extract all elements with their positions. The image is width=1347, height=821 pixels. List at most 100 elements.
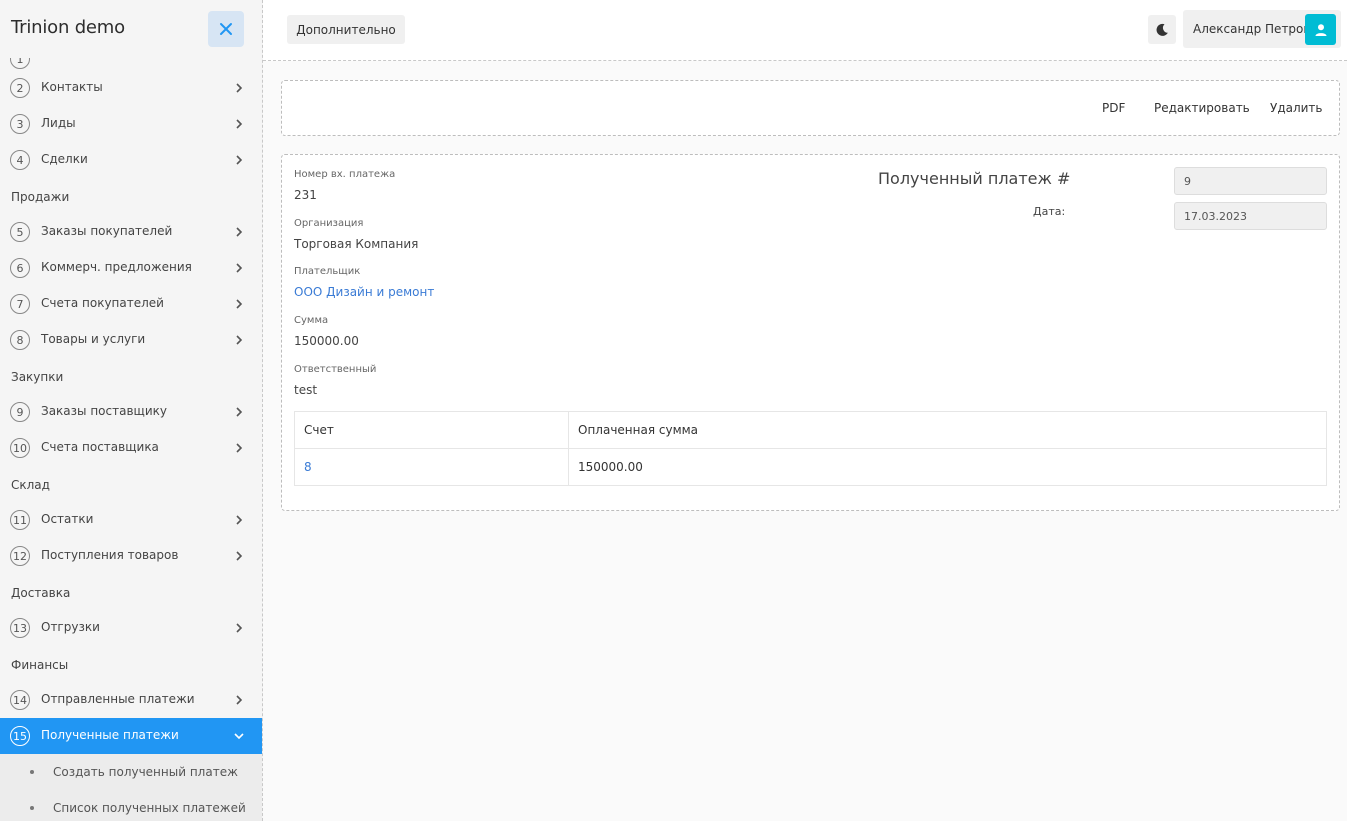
item-number: 10 <box>10 438 30 458</box>
field-label-payment-number: Номер вх. платежа <box>294 169 396 180</box>
sidebar: Trinion demo 1 2 Контакты 3 Лиды 4 Сделк… <box>0 0 263 821</box>
sidebar-item-sent-payments[interactable]: 14 Отправленные платежи <box>0 682 262 718</box>
pdf-button[interactable]: PDF <box>1102 101 1125 115</box>
section-title: Закупки <box>11 370 64 384</box>
topbar: Дополнительно Александр Петров <box>263 0 1347 61</box>
delete-button[interactable]: Удалить <box>1270 101 1323 115</box>
sidebar-header: Trinion demo <box>0 0 262 58</box>
sidebar-item-partial[interactable]: 1 <box>0 58 262 70</box>
sidebar-item-label: Поступления товаров <box>41 548 179 562</box>
chevron-right-icon <box>236 515 243 525</box>
chevron-right-icon <box>236 299 243 309</box>
sidebar-item-label: Остатки <box>41 512 94 526</box>
sidebar-nav: 1 2 Контакты 3 Лиды 4 Сделки Продажи 5 З… <box>0 58 262 821</box>
sidebar-item-supplier-orders[interactable]: 9 Заказы поставщику <box>0 394 262 430</box>
payment-detail-card: Номер вх. платежа 231 Организация Торгов… <box>281 154 1340 511</box>
sidebar-subitem-create-received-payment[interactable]: Создать полученный платеж <box>0 754 262 790</box>
chevron-right-icon <box>236 407 243 417</box>
avatar <box>1305 14 1336 45</box>
sidebar-item-label: Коммерч. предложения <box>41 260 192 274</box>
table-header-row: Счет Оплаченная сумма <box>294 411 1327 449</box>
section-title: Доставка <box>11 586 71 600</box>
sidebar-item-label: Контакты <box>41 80 103 94</box>
document-title: Полученный платеж # <box>878 169 1071 188</box>
sidebar-item-received-payments[interactable]: 15 Полученные платежи <box>0 718 262 754</box>
sidebar-item-label: Отправленные платежи <box>41 692 195 706</box>
sidebar-item-customer-invoices[interactable]: 7 Счета покупателей <box>0 286 262 322</box>
chevron-down-icon <box>234 733 244 740</box>
section-warehouse: Склад <box>0 466 262 502</box>
sidebar-item-label: Отгрузки <box>41 620 100 634</box>
chevron-right-icon <box>236 335 243 345</box>
sidebar-item-label: Лиды <box>41 116 76 130</box>
column-header-invoice: Счет <box>294 411 569 449</box>
item-number: 12 <box>10 546 30 566</box>
section-purchases: Закупки <box>0 358 262 394</box>
sidebar-item-customer-orders[interactable]: 5 Заказы покупателей <box>0 214 262 250</box>
table-row: 8 150000.00 <box>294 448 1327 486</box>
field-label-amount: Сумма <box>294 315 329 326</box>
sidebar-subitem-received-payments-list[interactable]: Список полученных платежей <box>0 790 262 821</box>
chevron-right-icon <box>236 119 243 129</box>
chevron-right-icon <box>236 83 243 93</box>
user-icon <box>1315 23 1326 36</box>
chevron-right-icon <box>236 227 243 237</box>
sidebar-item-label: Сделки <box>41 152 88 166</box>
section-finance: Финансы <box>0 646 262 682</box>
item-number: 8 <box>10 330 30 350</box>
section-title: Продажи <box>11 190 70 204</box>
item-number: 15 <box>10 726 30 746</box>
user-name: Александр Петров <box>1193 22 1311 36</box>
sidebar-item-label: Заказы поставщику <box>41 404 167 418</box>
sidebar-subitem-label: Создать полученный платеж <box>53 765 238 779</box>
section-sales: Продажи <box>0 178 262 214</box>
chevron-right-icon <box>236 695 243 705</box>
more-button[interactable]: Дополнительно <box>287 15 405 44</box>
field-label-organization: Организация <box>294 218 364 229</box>
moon-icon <box>1156 23 1168 36</box>
chevron-right-icon <box>236 155 243 165</box>
payment-number-field: 9 <box>1174 167 1327 195</box>
item-number: 9 <box>10 402 30 422</box>
sidebar-item-contacts[interactable]: 2 Контакты <box>0 70 262 106</box>
sidebar-item-products[interactable]: 8 Товары и услуги <box>0 322 262 358</box>
chevron-right-icon <box>236 551 243 561</box>
item-number: 6 <box>10 258 30 278</box>
sidebar-item-shipments[interactable]: 13 Отгрузки <box>0 610 262 646</box>
paid-amount-cell: 150000.00 <box>568 448 1327 486</box>
edit-button[interactable]: Редактировать <box>1154 101 1250 115</box>
sidebar-item-stock[interactable]: 11 Остатки <box>0 502 262 538</box>
sidebar-item-supplier-invoices[interactable]: 10 Счета поставщика <box>0 430 262 466</box>
actions-card: PDF Редактировать Удалить <box>281 80 1340 136</box>
sidebar-item-label: Товары и услуги <box>41 332 146 346</box>
sidebar-item-quotes[interactable]: 6 Коммерч. предложения <box>0 250 262 286</box>
field-label-payer: Плательщик <box>294 266 361 277</box>
sidebar-item-label: Счета поставщика <box>41 440 159 454</box>
theme-toggle-button[interactable] <box>1148 15 1176 44</box>
item-number: 4 <box>10 150 30 170</box>
sidebar-item-label: Заказы покупателей <box>41 224 173 238</box>
item-number: 2 <box>10 78 30 98</box>
chevron-right-icon <box>236 443 243 453</box>
sidebar-item-goods-receipts[interactable]: 12 Поступления товаров <box>0 538 262 574</box>
item-number: 5 <box>10 222 30 242</box>
date-field: 17.03.2023 <box>1174 202 1327 230</box>
sidebar-item-leads[interactable]: 3 Лиды <box>0 106 262 142</box>
chevron-right-icon <box>236 623 243 633</box>
field-value-organization: Торговая Компания <box>294 237 419 251</box>
user-menu[interactable]: Александр Петров <box>1183 10 1341 48</box>
field-label-responsible: Ответственный <box>294 364 377 375</box>
item-number: 14 <box>10 690 30 710</box>
payment-invoices-table: Счет Оплаченная сумма 8 150000.00 <box>294 411 1327 486</box>
sidebar-item-label: Счета покупателей <box>41 296 164 310</box>
sidebar-item-label: Полученные платежи <box>41 728 179 742</box>
item-number: 13 <box>10 618 30 638</box>
close-sidebar-button[interactable] <box>208 11 244 47</box>
date-label: Дата: <box>1033 205 1066 218</box>
item-number: 3 <box>10 114 30 134</box>
invoice-link[interactable]: 8 <box>294 448 569 486</box>
payer-link[interactable]: ООО Дизайн и ремонт <box>294 285 434 299</box>
chevron-right-icon <box>236 263 243 273</box>
sidebar-item-deals[interactable]: 4 Сделки <box>0 142 262 178</box>
column-header-paid-amount: Оплаченная сумма <box>568 411 1327 449</box>
